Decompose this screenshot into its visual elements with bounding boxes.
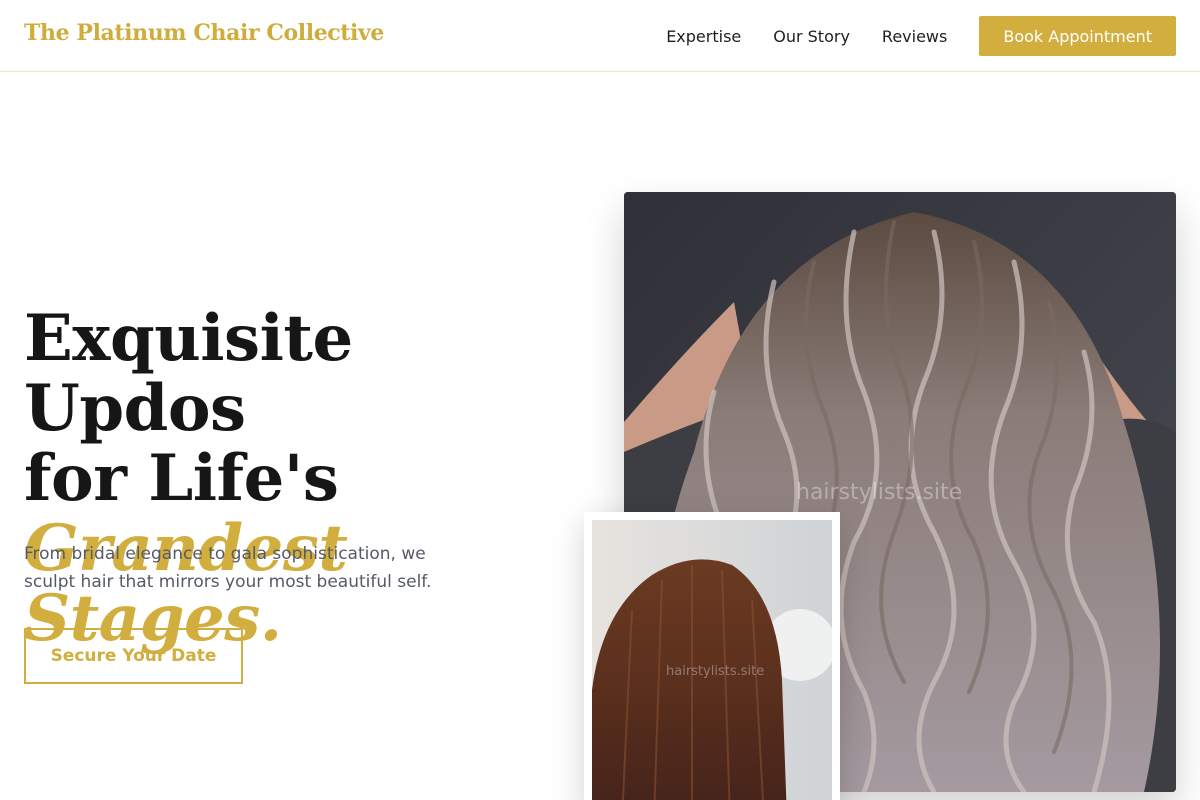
secure-your-date-button[interactable]: Secure Your Date [24, 628, 243, 684]
nav-links: Expertise Our Story Reviews Book Appoint… [666, 16, 1176, 56]
hero-subtitle: From bridal elegance to gala sophisticat… [24, 544, 432, 592]
book-appointment-button[interactable]: Book Appointment [979, 16, 1176, 56]
hero-secondary-image-frame: hairstylists.site [584, 512, 840, 800]
top-navigation: The Platinum Chair Collective Expertise … [0, 0, 1200, 72]
hero-title-line-1: Exquisite Updos [24, 301, 353, 446]
nav-link-reviews[interactable]: Reviews [882, 27, 947, 46]
straight-hair-photo [592, 520, 832, 800]
secondary-image-watermark: hairstylists.site [666, 664, 765, 679]
brand-logo[interactable]: The Platinum Chair Collective [24, 20, 384, 46]
nav-link-expertise[interactable]: Expertise [666, 27, 741, 46]
hero-secondary-image: hairstylists.site [592, 520, 832, 800]
hero-title: Exquisite Updos for Life's Grandest Stag… [24, 304, 584, 654]
hero-title-line-2: for Life's [24, 441, 339, 516]
nav-link-our-story[interactable]: Our Story [773, 27, 850, 46]
main-image-watermark: hairstylists.site [796, 480, 963, 505]
